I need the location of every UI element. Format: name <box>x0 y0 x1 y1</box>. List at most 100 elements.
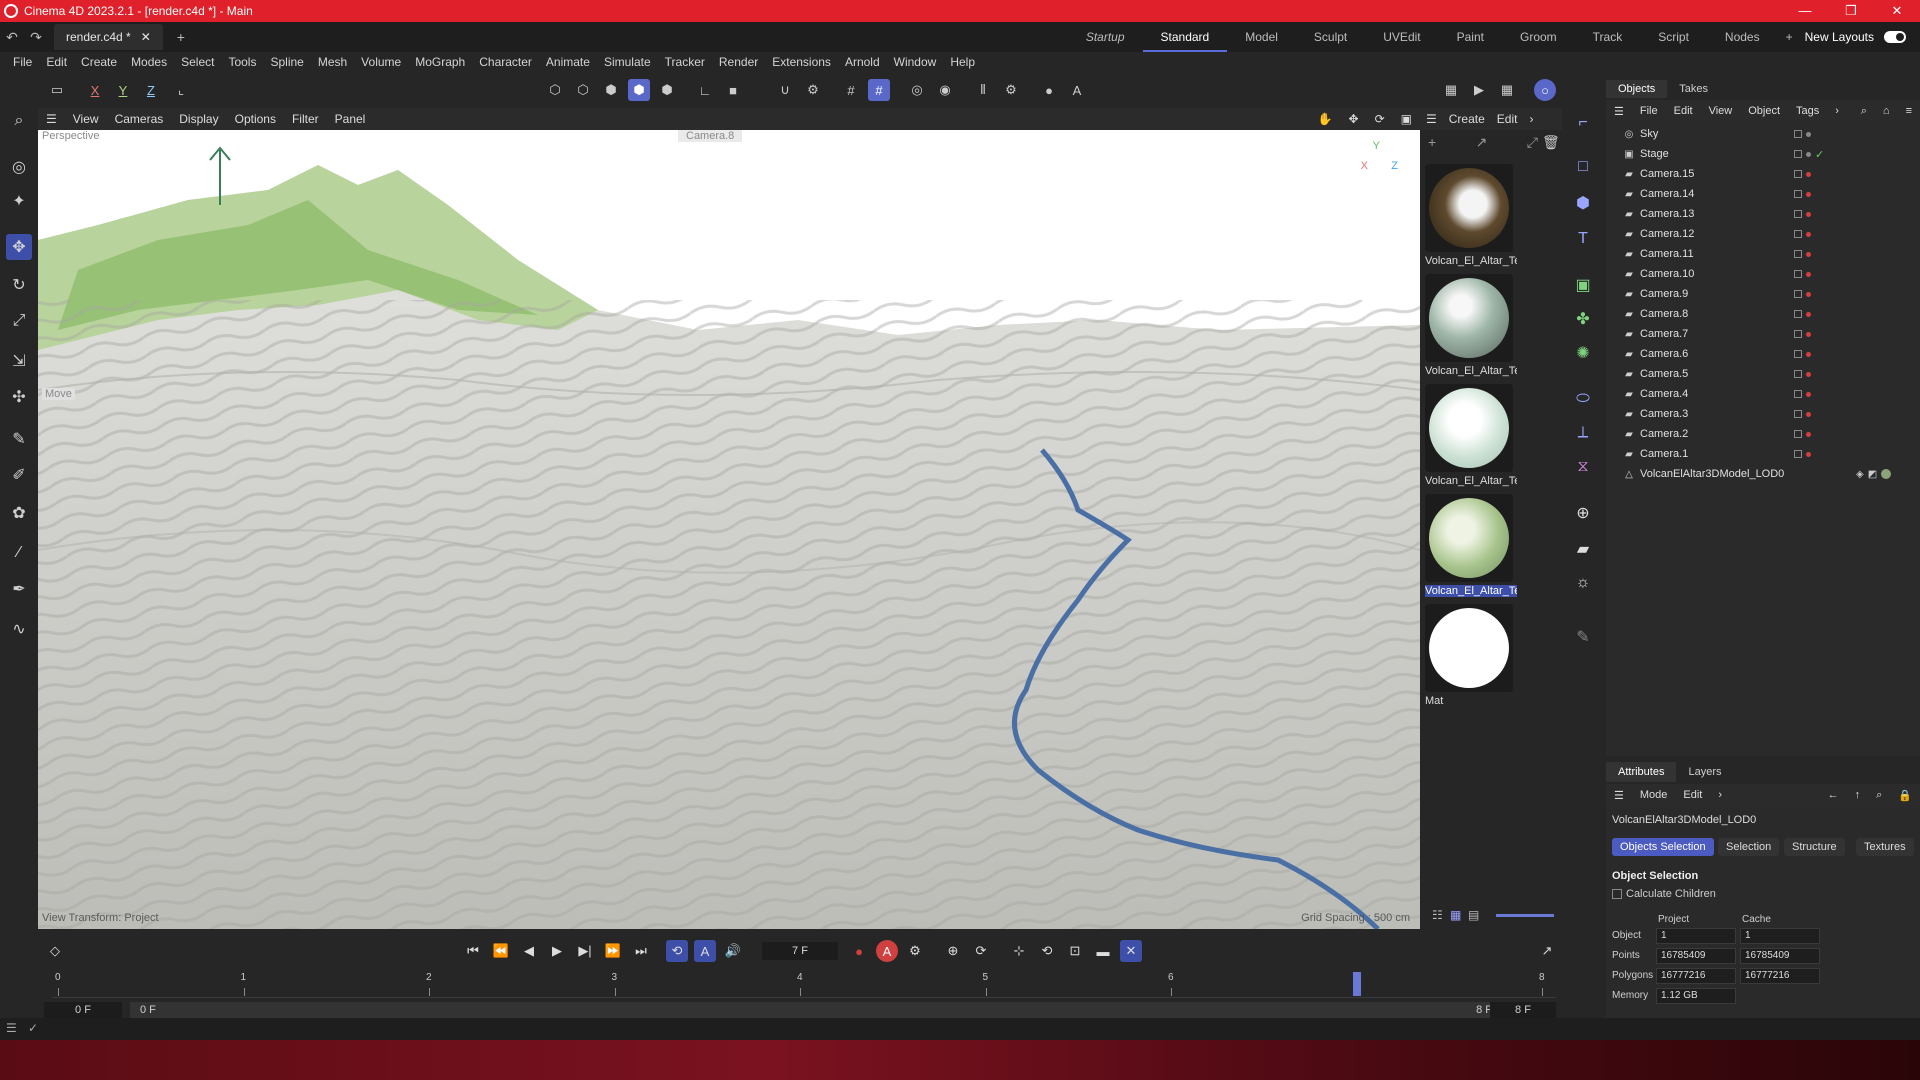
arnold-icon[interactable]: A <box>1066 79 1088 101</box>
memory-project-field[interactable]: 1.12 GB <box>1656 988 1736 1004</box>
render-picture-viewer-icon[interactable]: ▶ <box>1468 79 1490 101</box>
list-item[interactable]: ▰ Camera.6 <box>1606 344 1920 364</box>
start-frame-field[interactable]: 0 F <box>44 1002 122 1018</box>
layout-sculpt[interactable]: Sculpt <box>1296 30 1365 44</box>
menu-arnold[interactable]: Arnold <box>838 55 887 69</box>
menu-mograph[interactable]: MoGraph <box>408 55 472 69</box>
add-material-icon[interactable]: + <box>1428 134 1436 151</box>
list-item[interactable]: ▰ Camera.13 <box>1606 204 1920 224</box>
camera-object-icon[interactable]: ▰ <box>1570 536 1596 562</box>
soft-selection-icon[interactable]: ◎ <box>906 79 928 101</box>
menu-spline[interactable]: Spline <box>263 55 310 69</box>
brush-icon[interactable]: ⁄ <box>6 540 32 566</box>
menu-file[interactable]: File <box>6 55 39 69</box>
rotate-view-icon[interactable]: ⟳ <box>1367 112 1393 126</box>
pencil-icon[interactable]: ✎ <box>1570 624 1596 650</box>
layout-model[interactable]: Model <box>1227 30 1296 44</box>
material-item[interactable]: Volcan_El_Altar_Te <box>1425 274 1517 377</box>
list-item[interactable]: ▰ Camera.2 <box>1606 424 1920 444</box>
large-view-icon[interactable]: ▤ <box>1468 908 1479 922</box>
maximize-icon[interactable]: ❐ <box>1828 3 1874 19</box>
list-item[interactable]: △ VolcanElAltar3DModel_LOD0 ◈ ◩ <box>1606 464 1920 484</box>
new-layouts-toggle[interactable] <box>1884 31 1906 43</box>
pan-view-icon[interactable]: ✋ <box>1310 112 1341 126</box>
x-axis-lock[interactable]: X <box>84 79 106 101</box>
transform-tool-icon[interactable]: ⇲ <box>6 348 32 374</box>
menu-edit[interactable]: Edit <box>39 55 74 69</box>
keyframe-settings-icon[interactable]: ⚙ <box>904 940 926 962</box>
objects-selection-button[interactable]: Objects Selection <box>1612 838 1714 856</box>
symmetry-icon[interactable]: ⫴ <box>972 79 994 101</box>
go-to-end-icon[interactable]: ⏭ <box>630 940 652 962</box>
menu-extensions[interactable]: Extensions <box>765 55 838 69</box>
playback-rate-icon[interactable]: A <box>694 940 716 962</box>
polygons-mode-icon[interactable]: ⬢ <box>600 79 622 101</box>
material-item[interactable]: Volcan_El_Altar_Te <box>1425 384 1517 487</box>
menu-window[interactable]: Window <box>887 55 944 69</box>
material-item[interactable]: Volcan_El_Altar_Te <box>1425 494 1517 597</box>
edit-material-icon[interactable]: ⤢ <box>1527 134 1538 151</box>
paint-tool-icon[interactable]: ✿ <box>6 500 32 526</box>
viewport-menu-panel[interactable]: Panel <box>327 112 374 126</box>
viewport-menu-options[interactable]: Options <box>227 112 284 126</box>
object-cache-field[interactable]: 1 <box>1740 928 1820 944</box>
y-axis-lock[interactable]: Y <box>112 79 134 101</box>
close-icon[interactable]: ✕ <box>1874 3 1920 19</box>
points-project-field[interactable]: 16785409 <box>1656 948 1736 964</box>
next-frame-icon[interactable]: ▶| <box>574 940 596 962</box>
new-layouts-label[interactable]: New Layouts <box>1801 30 1878 44</box>
search-icon[interactable]: ⌕ <box>1853 105 1875 118</box>
structure-button[interactable]: Structure <box>1784 838 1845 856</box>
menu-volume[interactable]: Volume <box>354 55 408 69</box>
chevron-right-icon[interactable]: › <box>1710 789 1730 801</box>
objects-menu-file[interactable]: File <box>1632 105 1666 117</box>
menu-select[interactable]: Select <box>174 55 221 69</box>
lock-icon[interactable]: 🔒 <box>1890 789 1920 802</box>
live-selection-icon[interactable]: ◎ <box>6 154 32 180</box>
polygons-cache-field[interactable]: 16777216 <box>1740 968 1820 984</box>
points-mode-icon[interactable]: ⬡ <box>544 79 566 101</box>
list-item[interactable]: ▰ Camera.11 <box>1606 244 1920 264</box>
rotate-tool-icon[interactable]: ↻ <box>6 272 32 298</box>
select-tool-icon[interactable]: ✦ <box>6 188 32 214</box>
global-render-icon[interactable]: ○ <box>1534 79 1556 101</box>
autokey-icon[interactable]: A <box>876 940 898 962</box>
list-view-icon[interactable]: ☷ <box>1432 908 1443 922</box>
list-item[interactable]: ▰ Camera.9 <box>1606 284 1920 304</box>
calculate-children-checkbox[interactable]: Calculate Children <box>1612 888 1716 900</box>
knife-icon[interactable]: ✒ <box>6 576 32 602</box>
layout-startup[interactable]: Startup <box>1068 30 1143 44</box>
cube-icon[interactable]: ⬢ <box>1570 190 1596 216</box>
spline-pen-icon[interactable]: ✎ <box>6 426 32 452</box>
objects-menu-object[interactable]: Object <box>1740 105 1788 117</box>
list-item[interactable]: ▣ Stage ✓ <box>1606 144 1920 164</box>
spline-icon[interactable]: ⌐ <box>1570 110 1596 136</box>
edit-render-settings-icon[interactable]: ▦ <box>1496 79 1518 101</box>
material-size-slider[interactable] <box>1496 914 1554 917</box>
redo-icon[interactable]: ↷ <box>24 29 48 46</box>
viewport-menu-filter[interactable]: Filter <box>284 112 327 126</box>
material-item[interactable]: Mat <box>1425 604 1517 707</box>
camera-icon[interactable]: ● <box>1038 79 1060 101</box>
viewport-menu-cameras[interactable]: Cameras <box>107 112 172 126</box>
text-icon[interactable]: T <box>1570 226 1596 252</box>
motion-system-icon[interactable]: ✕ <box>1120 940 1142 962</box>
list-item[interactable]: ▰ Camera.14 <box>1606 184 1920 204</box>
list-item[interactable]: ▰ Camera.8 <box>1606 304 1920 324</box>
snap-icon[interactable]: ∪ <box>774 79 796 101</box>
filter-icon[interactable]: ≡ <box>1898 105 1920 117</box>
viewport-menu-display[interactable]: Display <box>171 112 226 126</box>
grid-view-icon[interactable]: ▦ <box>1450 908 1461 922</box>
scale-tool-icon[interactable]: ⤢ <box>6 308 32 334</box>
toggle-views-icon[interactable]: ▣ <box>1393 112 1420 126</box>
tab-attributes[interactable]: Attributes <box>1606 762 1677 782</box>
list-item[interactable]: ▰ Camera.4 <box>1606 384 1920 404</box>
up-arrow-icon[interactable]: ↑ <box>1847 789 1869 801</box>
tab-takes[interactable]: Takes <box>1667 80 1720 98</box>
chevron-right-icon[interactable]: › <box>1827 105 1847 117</box>
key-scale-icon[interactable]: ⊹ <box>1008 940 1030 962</box>
viewport-hamburger-icon[interactable]: ☰ <box>38 112 65 126</box>
layout-standard[interactable]: Standard <box>1142 22 1228 52</box>
menu-tools[interactable]: Tools <box>221 55 263 69</box>
layout-groom[interactable]: Groom <box>1502 30 1575 44</box>
